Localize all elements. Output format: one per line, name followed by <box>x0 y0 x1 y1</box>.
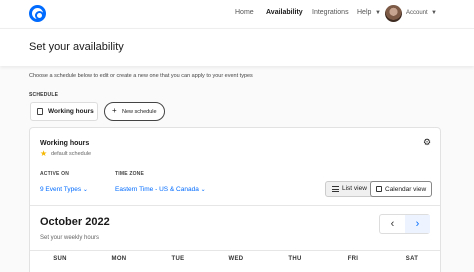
month-title: October 2022 <box>40 216 110 228</box>
default-schedule-text: default schedule <box>51 151 92 157</box>
calendar-icon <box>376 186 382 192</box>
calendar-view-button[interactable]: Calendar view <box>370 181 432 197</box>
calendar-icon <box>37 108 43 115</box>
account-chevron-down-icon[interactable]: ▼ <box>431 10 437 16</box>
chevron-down-icon: ⌄ <box>200 187 206 193</box>
weekday-header-mon: MON <box>111 256 127 262</box>
help-chevron-down-icon[interactable]: ▼ <box>375 10 381 16</box>
schedule-tab-working-hours[interactable]: Working hours <box>30 102 98 121</box>
instructions-text: Choose a schedule below to edit or creat… <box>29 73 253 79</box>
nav-integrations-link[interactable]: Integrations <box>312 9 349 16</box>
card-title: Working hours <box>40 140 90 147</box>
weekday-header-thu: THU <box>288 256 302 262</box>
list-view-button[interactable]: List view <box>326 182 370 196</box>
new-schedule-button[interactable]: + New schedule <box>104 102 165 121</box>
divider <box>30 205 440 206</box>
top-nav: Home Availability Integrations Help ▼ Ac… <box>0 0 474 28</box>
avatar[interactable] <box>385 5 402 22</box>
divider <box>30 250 440 251</box>
page-title: Set your availability <box>29 41 124 53</box>
month-navigation: ‹ › <box>379 214 430 234</box>
time-zone-value: Eastern Time - US & Canada <box>115 186 199 193</box>
page-header: Set your availability <box>0 28 474 66</box>
list-icon <box>332 186 339 192</box>
active-on-label: ACTIVE ON <box>40 171 70 177</box>
time-zone-label: TIME ZONE <box>115 171 145 177</box>
time-zone-dropdown[interactable]: Eastern Time - US & Canada ⌄ <box>115 186 206 193</box>
nav-help-link[interactable]: Help <box>357 9 371 16</box>
active-on-dropdown[interactable]: 9 Event Types ⌄ <box>40 186 88 193</box>
nav-availability-link[interactable]: Availability <box>266 9 303 16</box>
weekday-header-sat: SAT <box>405 256 419 262</box>
weekday-header-sun: SUN <box>53 256 67 262</box>
new-schedule-label: New schedule <box>122 109 157 115</box>
chevron-right-icon[interactable]: › <box>405 215 430 233</box>
view-toggle: List view Calendar view <box>325 181 432 197</box>
star-icon: ★ <box>40 149 48 158</box>
chevron-down-icon: ⌄ <box>82 187 88 193</box>
plus-icon: + <box>112 106 117 115</box>
calendar-view-label: Calendar view <box>385 186 427 193</box>
list-view-label: List view <box>342 185 367 192</box>
gear-icon[interactable]: ⚙ <box>423 137 431 148</box>
account-menu[interactable]: Account <box>406 10 428 16</box>
schedule-tab-label: Working hours <box>48 108 94 115</box>
calendly-logo-icon[interactable] <box>29 5 46 22</box>
schedule-section-label: SCHEDULE <box>29 92 59 98</box>
chevron-left-icon[interactable]: ‹ <box>380 215 405 233</box>
weekday-header-fri: FRI <box>347 256 359 262</box>
active-on-value: 9 Event Types <box>40 186 82 193</box>
weekday-header-wed: WED <box>228 256 244 262</box>
weekly-hours-subtitle: Set your weekly hours <box>40 235 100 241</box>
weekday-header-tue: TUE <box>171 256 185 262</box>
schedule-card: Working hours ★ default schedule ⚙ ACTIV… <box>29 127 441 272</box>
nav-home-link[interactable]: Home <box>235 9 254 16</box>
